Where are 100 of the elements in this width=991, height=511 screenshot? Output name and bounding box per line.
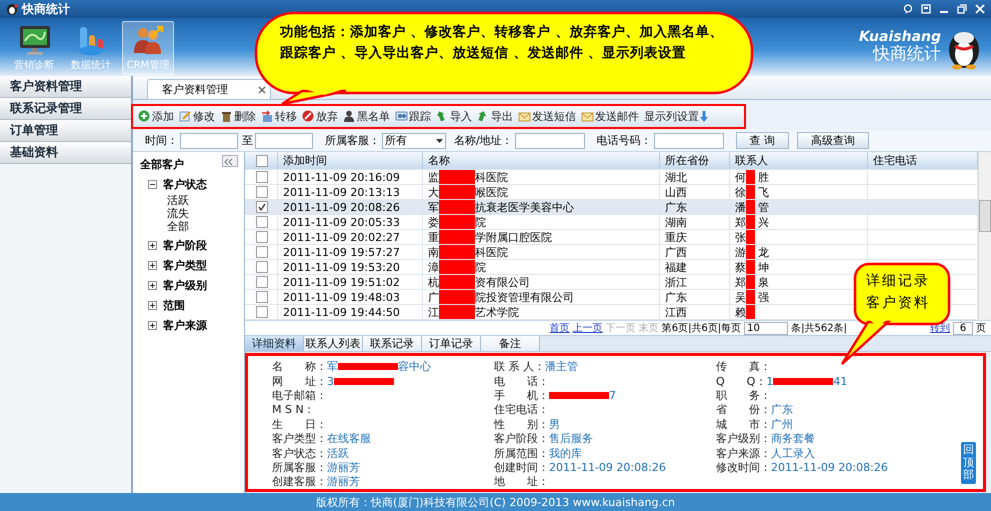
sidebar-item[interactable]: 基础资料 xyxy=(0,142,131,164)
field-value: 1 xyxy=(766,374,774,388)
field-label: 创建客服： xyxy=(272,474,327,490)
collapse-button[interactable] xyxy=(222,155,238,167)
toolbar-button[interactable]: 跟踪 xyxy=(395,108,431,124)
chat-bubble-icon[interactable] xyxy=(903,4,913,14)
advanced-query-button[interactable]: 高级查询 xyxy=(797,132,870,149)
checkbox[interactable] xyxy=(256,246,268,258)
table-cell: 2011-11-09 19:51:02 xyxy=(278,275,423,289)
field-value: 军 xyxy=(327,359,338,374)
checkbox[interactable] xyxy=(256,201,268,213)
brand-subtitle: 快商统计 xyxy=(873,45,941,64)
tree-item[interactable]: 客户来源 xyxy=(163,318,207,333)
people-icon xyxy=(395,110,408,123)
restore-icon[interactable] xyxy=(957,4,967,14)
pager-link[interactable]: 上一页 xyxy=(572,321,603,335)
expand-icon[interactable] xyxy=(148,301,157,310)
field-label: 城 市： xyxy=(716,416,771,432)
checkbox[interactable] xyxy=(256,171,268,183)
checkbox[interactable] xyxy=(256,306,268,318)
column-header[interactable]: 联系人 xyxy=(730,152,868,169)
toolbar-button[interactable]: 导出 xyxy=(477,108,513,124)
cell-text: 院 xyxy=(475,215,486,229)
toolbar-button[interactable]: 修改 xyxy=(179,108,215,124)
table-cell: 湖北 xyxy=(660,170,730,184)
expand-icon[interactable] xyxy=(148,241,157,250)
input-field[interactable] xyxy=(654,132,724,148)
cell-text: 艺术学院 xyxy=(475,305,519,319)
tree-item[interactable]: 客户阶段 xyxy=(163,238,207,253)
tree-item[interactable]: 范围 xyxy=(163,298,185,313)
cell-text: 龙 xyxy=(758,245,769,259)
page-size-field[interactable]: 10 xyxy=(744,322,788,334)
column-header[interactable]: 添加时间 xyxy=(278,152,423,169)
page-tab[interactable]: 客户资料管理 xyxy=(147,79,271,99)
expand-icon[interactable] xyxy=(148,261,157,270)
input-field[interactable] xyxy=(514,132,585,148)
sidebar-item[interactable]: 联系记录管理 xyxy=(0,98,131,120)
column-header[interactable]: 名称 xyxy=(423,152,660,169)
detail-tab[interactable]: 订单记录 xyxy=(422,336,481,352)
field-label: 生 日： xyxy=(272,416,327,432)
detail-tab[interactable]: 备注 xyxy=(481,336,540,352)
skin-icon[interactable] xyxy=(921,4,931,14)
toolbar-button[interactable]: 黑名单 xyxy=(343,108,390,124)
toolbar-button[interactable]: 删除 xyxy=(220,108,256,124)
toolbar-button[interactable]: 添加 xyxy=(138,108,174,124)
field-value: 广州 xyxy=(771,416,793,432)
detail-tab[interactable]: 联系人列表 xyxy=(304,336,363,352)
dropdown[interactable]: 所有 xyxy=(382,132,446,148)
field-label: 客户类型： xyxy=(272,431,327,446)
detail-tab[interactable]: 联系记录 xyxy=(363,336,422,352)
checkbox[interactable] xyxy=(256,154,268,166)
toolbar-button[interactable]: 发送短信 xyxy=(518,108,576,124)
stop-icon xyxy=(302,110,315,123)
collapse-icon[interactable] xyxy=(148,180,157,189)
field-label: 客户状态： xyxy=(272,446,327,461)
column-header[interactable]: 所在省份 xyxy=(660,152,730,169)
table-cell: 2011-11-09 20:13:13 xyxy=(278,185,423,199)
detail-tab[interactable]: 详细资料 xyxy=(245,336,304,352)
input-field[interactable] xyxy=(180,132,238,148)
toolbar-button[interactable]: 转移 xyxy=(261,108,297,124)
cell-text: 科医院 xyxy=(475,245,508,259)
checkbox[interactable] xyxy=(256,276,268,288)
tree-item[interactable]: 活跃 xyxy=(167,194,244,207)
page-field[interactable]: 6 xyxy=(953,322,973,334)
sidebar-item[interactable]: 订单管理 xyxy=(0,120,131,142)
toolbar-button[interactable]: 发送邮件 xyxy=(581,108,639,124)
cell-text: 管 xyxy=(758,200,769,214)
tree-item[interactable]: 客户状态 xyxy=(163,177,207,192)
input-field[interactable] xyxy=(255,132,313,148)
tree-item[interactable]: 客户类型 xyxy=(163,258,207,273)
checkbox[interactable] xyxy=(256,231,268,243)
checkbox[interactable] xyxy=(256,216,268,228)
table-cell: 广西 xyxy=(660,245,730,259)
checkbox[interactable] xyxy=(256,261,268,273)
toolbar-button[interactable]: 显示列设置 xyxy=(644,108,708,124)
back-to-top-button[interactable]: 回顶部 xyxy=(961,442,976,484)
expand-icon[interactable] xyxy=(148,281,157,290)
scrollbar[interactable] xyxy=(978,152,991,320)
checkbox[interactable] xyxy=(256,291,268,303)
query-button[interactable]: 查 询 xyxy=(736,132,790,149)
toolbar-button[interactable]: 导入 xyxy=(436,108,472,124)
pager-text: 条|共562条| xyxy=(791,322,847,335)
toolbar-button[interactable]: 放弃 xyxy=(302,108,338,124)
checkbox[interactable] xyxy=(256,186,268,198)
tree-item[interactable]: 全部 xyxy=(167,220,244,233)
sidebar-item[interactable]: 客户资料管理 xyxy=(0,76,131,98)
field-label: 名 称： xyxy=(272,359,327,374)
field-label: 手 机： xyxy=(494,388,549,403)
table-cell: 2011-11-09 19:57:27 xyxy=(278,245,423,259)
pager-link[interactable]: 首页 xyxy=(550,321,570,335)
tree-item[interactable]: 流失 xyxy=(167,207,244,220)
field-value: 7 xyxy=(609,388,616,402)
field-label: 电子邮箱： xyxy=(272,388,327,403)
close-icon[interactable] xyxy=(258,86,266,94)
tree-item[interactable]: 客户级别 xyxy=(163,278,207,293)
tree-item[interactable]: 全部客户 xyxy=(140,157,244,172)
field-label: 修改时间： xyxy=(716,460,771,475)
expand-icon[interactable] xyxy=(148,321,157,330)
table-cell: 广东 xyxy=(660,290,730,304)
cell-text: 坤 xyxy=(758,260,769,274)
